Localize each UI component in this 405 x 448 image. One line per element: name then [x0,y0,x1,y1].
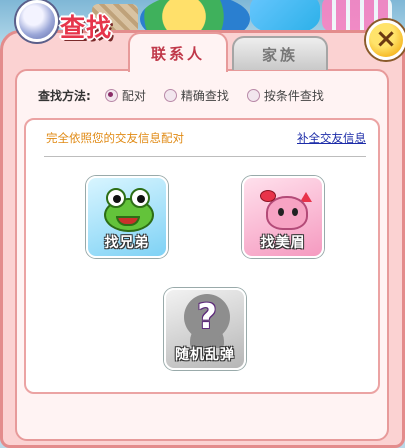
background-decoration [250,0,320,34]
radio-button[interactable] [163,88,177,102]
radio-match-label: 配对 [121,88,146,103]
radio-condition-search-label: 按条件查找 [263,88,324,103]
frog-icon [102,188,156,234]
radio-match[interactable]: 配对 [104,87,146,104]
radio-condition-search[interactable]: 按条件查找 [246,87,324,104]
divider [44,156,366,157]
random-match-button[interactable]: ? 随机乱弹 [164,288,246,370]
close-icon: × [375,24,397,54]
radio-button[interactable] [246,88,260,102]
radio-button-selected[interactable] [104,88,118,102]
find-girl-label: 找美眉 [260,235,306,251]
question-icon: ? [184,294,230,348]
dinosaur-icon [260,186,312,236]
radio-exact-search-label: 精确查找 [180,88,229,103]
tab-family[interactable]: 家族 [232,36,328,70]
tab-contacts[interactable]: 联系人 [128,32,228,72]
search-method-row: 查找方法: 配对 精确查找 按条件查找 [38,86,342,104]
close-button[interactable]: × [366,20,405,60]
match-panel: 完全依照您的交友信息配对 补全交友信息 找兄弟 找美眉 ? 随机乱弹 [24,118,380,394]
search-method-label: 查找方法: [38,88,91,103]
random-match-label: 随机乱弹 [175,347,235,363]
match-hint-text: 完全依照您的交友信息配对 [46,131,184,145]
radio-exact-search[interactable]: 精确查找 [163,87,229,104]
fill-profile-link[interactable]: 补全交友信息 [297,130,366,146]
dialog-title-badge: 查找 [10,0,120,46]
find-brother-button[interactable]: 找兄弟 [86,176,168,258]
search-orb-icon [16,0,58,42]
find-girl-button[interactable]: 找美眉 [242,176,324,258]
find-brother-label: 找兄弟 [104,235,150,251]
dialog-title: 查找 [60,13,113,42]
